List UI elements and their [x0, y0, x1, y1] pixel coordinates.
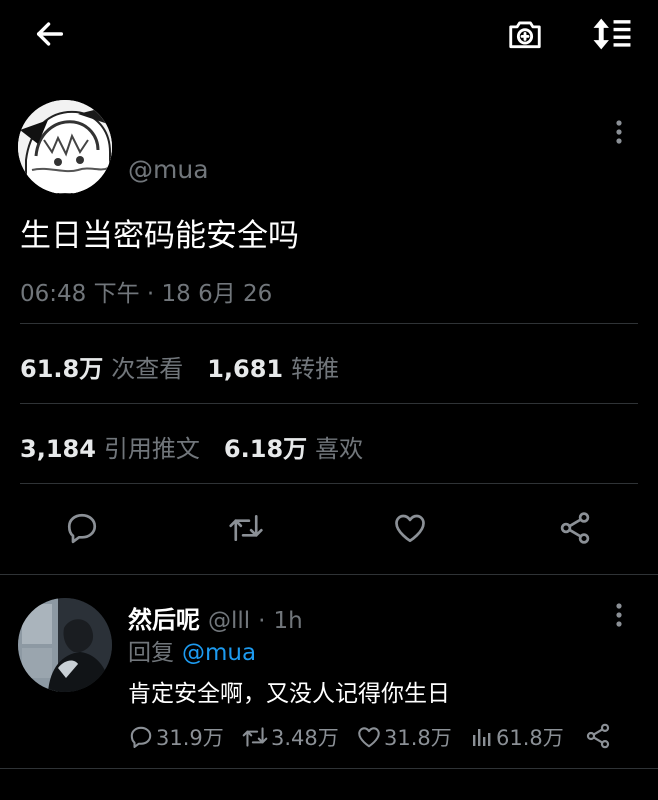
camera-plus-icon [509, 21, 541, 49]
sort-list-icon [593, 18, 631, 50]
more-vertical-icon [616, 603, 622, 627]
reply-avatar[interactable] [18, 598, 112, 692]
share-button[interactable] [555, 508, 595, 548]
reply-retweets-button[interactable]: 3.48万 [241, 722, 339, 752]
heart-icon [395, 514, 425, 543]
tweet-handle[interactable]: @mua [128, 155, 209, 184]
share-icon [560, 512, 590, 544]
avatar-illustration [18, 100, 112, 194]
back-button[interactable] [30, 14, 70, 54]
likes-count[interactable]: 6.18万 [224, 429, 307, 464]
reply-display-name[interactable]: 然后呢 [128, 600, 200, 635]
tweet-text: 生日当密码能安全吗 [20, 218, 299, 254]
share-icon [586, 723, 610, 749]
reply-replies-button[interactable]: 31.9万 [128, 722, 224, 752]
replying-label: 回复 [128, 640, 174, 666]
like-button[interactable] [390, 508, 430, 548]
arrow-left-icon [36, 22, 64, 46]
stats-row-1: 61.8万 次查看 1,681 转推 [20, 349, 339, 384]
likes-label[interactable]: 喜欢 [315, 429, 363, 464]
replying-to: 回复 @mua [128, 633, 256, 667]
quotes-count[interactable]: 3,184 [20, 435, 96, 463]
divider [20, 483, 638, 484]
avatar[interactable] [18, 100, 112, 194]
reply-header: 然后呢 @lll · 1h [128, 600, 303, 635]
reply-handle[interactable]: @lll [208, 608, 250, 634]
reply-replies-count: 31.9万 [156, 726, 224, 750]
replying-to-handle[interactable]: @mua [182, 640, 256, 666]
tweet-timestamp: 06:48 下午 · 18 6月 26 [20, 281, 273, 307]
reply-button[interactable] [62, 508, 102, 548]
reply-likes-button[interactable]: 31.8万 [356, 722, 452, 752]
divider [0, 574, 658, 575]
more-vertical-icon [616, 120, 622, 144]
retweets-label[interactable]: 转推 [291, 349, 339, 384]
sort-button[interactable] [592, 14, 632, 54]
reply-text: 肯定安全啊，又没人记得你生日 [128, 681, 450, 707]
reply-views-count: 61.8万 [496, 726, 564, 750]
reply-avatar-photo [18, 598, 112, 692]
tweet-more-button[interactable] [601, 114, 637, 150]
bar-chart-icon [473, 729, 491, 746]
reply-views-button[interactable]: 61.8万 [470, 722, 564, 752]
divider [20, 403, 638, 404]
reply-time: 1h [273, 608, 303, 634]
reply-more-button[interactable] [601, 597, 637, 633]
reply-retweets-count: 3.48万 [271, 726, 339, 750]
reply-share-button[interactable] [584, 722, 614, 750]
reply-likes-count: 31.8万 [384, 726, 452, 750]
divider [20, 323, 638, 324]
quotes-label[interactable]: 引用推文 [104, 429, 200, 464]
retweet-icon [229, 514, 263, 542]
retweet-icon [242, 727, 268, 747]
retweet-button[interactable] [226, 508, 266, 548]
views-label: 次查看 [111, 355, 184, 383]
retweets-count[interactable]: 1,681 [207, 355, 283, 383]
divider [0, 768, 658, 769]
reply-separator: · [258, 608, 266, 634]
views-count: 61.8万 [20, 355, 104, 383]
camera-button[interactable] [505, 14, 545, 54]
comment-icon [67, 513, 97, 544]
heart-icon [358, 727, 380, 748]
stats-row-2: 3,184 引用推文 6.18万 喜欢 [20, 429, 363, 464]
comment-icon [130, 726, 152, 748]
